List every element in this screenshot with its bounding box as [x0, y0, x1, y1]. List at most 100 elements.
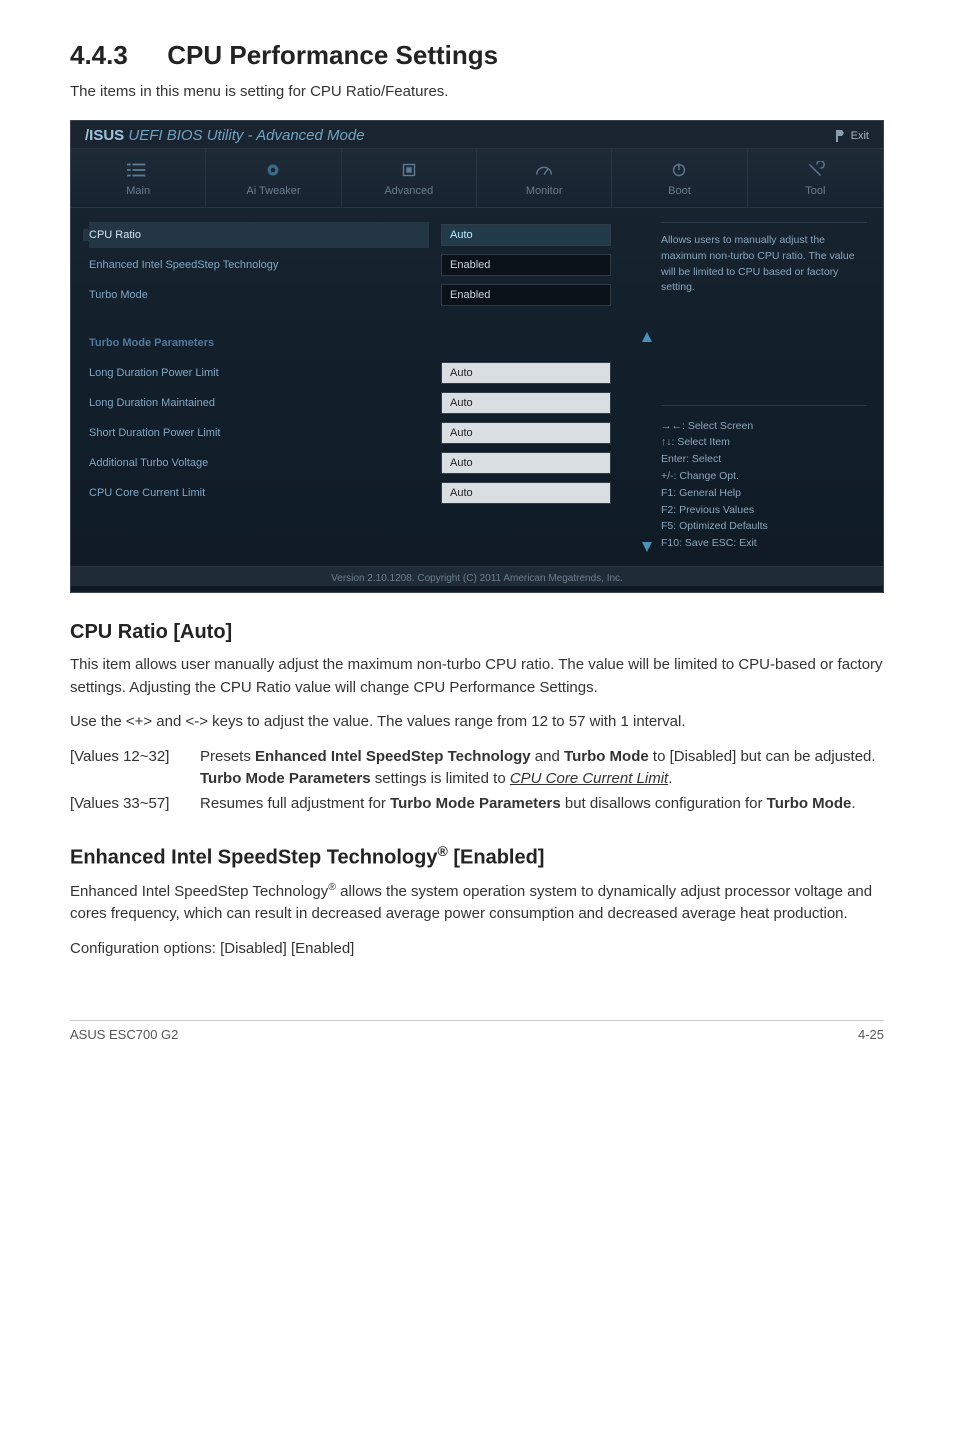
row-cpu-core-limit[interactable]: CPU Core Current Limit — [89, 480, 429, 506]
values-desc: Presets Enhanced Intel SpeedStep Technol… — [200, 746, 884, 791]
bios-window: /ISUS UEFI BIOS Utility - Advanced Mode … — [70, 120, 884, 593]
tab-tool[interactable]: Tool — [748, 149, 883, 207]
value-row: Auto — [441, 222, 631, 248]
section-number: 4.4.3 — [70, 40, 160, 71]
tab-advanced[interactable]: Advanced — [342, 149, 477, 207]
label-long-maint: Long Duration Maintained — [89, 397, 429, 409]
section-title: CPU Performance Settings — [167, 40, 498, 70]
label-short-power: Short Duration Power Limit — [89, 427, 429, 439]
label-add-voltage: Additional Turbo Voltage — [89, 457, 429, 469]
bios-left-pane: CPU Ratio Enhanced Intel SpeedStep Techn… — [71, 222, 441, 552]
tab-label: Advanced — [384, 185, 433, 197]
tab-label: Main — [126, 185, 150, 197]
row-long-maint[interactable]: Long Duration Maintained — [89, 390, 429, 416]
value-turbo-mode[interactable]: Enabled — [441, 284, 611, 306]
label-turbo-mode: Turbo Mode — [89, 289, 429, 301]
paragraph: Enhanced Intel SpeedStep Technology® all… — [70, 880, 884, 926]
exit-icon — [835, 130, 845, 142]
paragraph: Use the <+> and <-> keys to adjust the v… — [70, 711, 884, 734]
power-icon — [668, 161, 690, 179]
list-icon — [127, 161, 149, 179]
label-cpu-ratio: CPU Ratio — [83, 229, 429, 241]
help-line: Enter: Select — [661, 451, 867, 468]
label-turbo-params: Turbo Mode Parameters — [89, 337, 429, 349]
scroll-up-icon[interactable] — [642, 332, 652, 342]
bios-subtitle: UEFI BIOS Utility - Advanced Mode — [128, 127, 364, 144]
bios-tabs: Main Ai Tweaker Advanced Monitor Boot To… — [71, 148, 883, 208]
row-cpu-ratio[interactable]: CPU Ratio — [89, 222, 429, 248]
bios-value-pane: Auto Enabled Enabled Auto Auto Auto Auto — [441, 222, 641, 552]
help-line: →←: Select Screen — [661, 418, 867, 435]
bios-body: CPU Ratio Enhanced Intel SpeedStep Techn… — [71, 208, 883, 566]
value-row: Auto — [441, 390, 631, 416]
value-long-power[interactable]: Auto — [441, 362, 611, 384]
value-row: Auto — [441, 420, 631, 446]
value-row: Enabled — [441, 282, 631, 308]
values-label: [Values 12~32] — [70, 746, 200, 791]
paragraph: This item allows user manually adjust th… — [70, 654, 884, 699]
gear-icon — [262, 161, 284, 179]
value-row-spacer — [441, 330, 631, 356]
values-row: [Values 12~32] Presets Enhanced Intel Sp… — [70, 746, 884, 791]
tab-main[interactable]: Main — [71, 149, 206, 207]
chip-icon — [398, 161, 420, 179]
help-line: F5: Optimized Defaults — [661, 518, 867, 535]
help-line: F10: Save ESC: Exit — [661, 535, 867, 552]
row-short-power[interactable]: Short Duration Power Limit — [89, 420, 429, 446]
footer-left: ASUS ESC700 G2 — [70, 1027, 178, 1042]
page-footer: ASUS ESC700 G2 4-25 — [70, 1020, 884, 1042]
bios-brand: /ISUS — [85, 127, 124, 144]
bios-titlebar: /ISUS UEFI BIOS Utility - Advanced Mode … — [71, 121, 883, 148]
tab-label: Ai Tweaker — [246, 185, 300, 197]
tab-boot[interactable]: Boot — [612, 149, 747, 207]
tab-label: Monitor — [526, 185, 563, 197]
tab-monitor[interactable]: Monitor — [477, 149, 612, 207]
values-table: [Values 12~32] Presets Enhanced Intel Sp… — [70, 746, 884, 816]
value-short-power[interactable]: Auto — [441, 422, 611, 444]
value-cpu-core-limit[interactable]: Auto — [441, 482, 611, 504]
bios-tip: Allows users to manually adjust the maxi… — [661, 222, 867, 296]
paragraph: Configuration options: [Disabled] [Enabl… — [70, 938, 884, 961]
values-label: [Values 33~57] — [70, 793, 200, 816]
sub-heading-eist: Enhanced Intel SpeedStep Technology® [En… — [70, 843, 884, 870]
value-row: Enabled — [441, 252, 631, 278]
footer-right: 4-25 — [858, 1027, 884, 1042]
bios-help: →←: Select Screen ↑↓: Select Item Enter:… — [661, 405, 867, 552]
bios-right-pane: Allows users to manually adjust the maxi… — [653, 222, 883, 552]
help-line: +/-: Change Opt. — [661, 468, 867, 485]
help-line: F1: General Help — [661, 485, 867, 502]
section-heading: 4.4.3 CPU Performance Settings — [70, 40, 884, 71]
tab-label: Boot — [668, 185, 691, 197]
value-cpu-ratio[interactable]: Auto — [441, 224, 611, 246]
scroll-down-icon[interactable] — [642, 542, 652, 552]
tab-ai-tweaker[interactable]: Ai Tweaker — [206, 149, 341, 207]
scroll-indicator — [641, 222, 653, 552]
registered-icon: ® — [328, 881, 336, 893]
registered-icon: ® — [437, 843, 447, 859]
row-turbo-params-header: Turbo Mode Parameters — [89, 330, 429, 356]
value-row: Auto — [441, 450, 631, 476]
label-cpu-core-limit: CPU Core Current Limit — [89, 487, 429, 499]
row-eist[interactable]: Enhanced Intel SpeedStep Technology — [89, 252, 429, 278]
sub-heading-cpu-ratio: CPU Ratio [Auto] — [70, 621, 884, 644]
value-add-voltage[interactable]: Auto — [441, 452, 611, 474]
row-turbo-mode[interactable]: Turbo Mode — [89, 282, 429, 308]
bios-title: /ISUS UEFI BIOS Utility - Advanced Mode — [85, 127, 365, 144]
tab-label: Tool — [805, 185, 825, 197]
values-row: [Values 33~57] Resumes full adjustment f… — [70, 793, 884, 816]
value-row: Auto — [441, 480, 631, 506]
gauge-icon — [533, 161, 555, 179]
help-line: F2: Previous Values — [661, 502, 867, 519]
label-long-power: Long Duration Power Limit — [89, 367, 429, 379]
value-row: Auto — [441, 360, 631, 386]
help-line: ↑↓: Select Item — [661, 434, 867, 451]
exit-button[interactable]: Exit — [835, 130, 869, 142]
row-long-power[interactable]: Long Duration Power Limit — [89, 360, 429, 386]
wrench-icon — [804, 161, 826, 179]
value-eist[interactable]: Enabled — [441, 254, 611, 276]
values-desc: Resumes full adjustment for Turbo Mode P… — [200, 793, 884, 816]
row-add-voltage[interactable]: Additional Turbo Voltage — [89, 450, 429, 476]
label-eist: Enhanced Intel SpeedStep Technology — [89, 259, 429, 271]
exit-label: Exit — [851, 130, 869, 142]
value-long-maint[interactable]: Auto — [441, 392, 611, 414]
